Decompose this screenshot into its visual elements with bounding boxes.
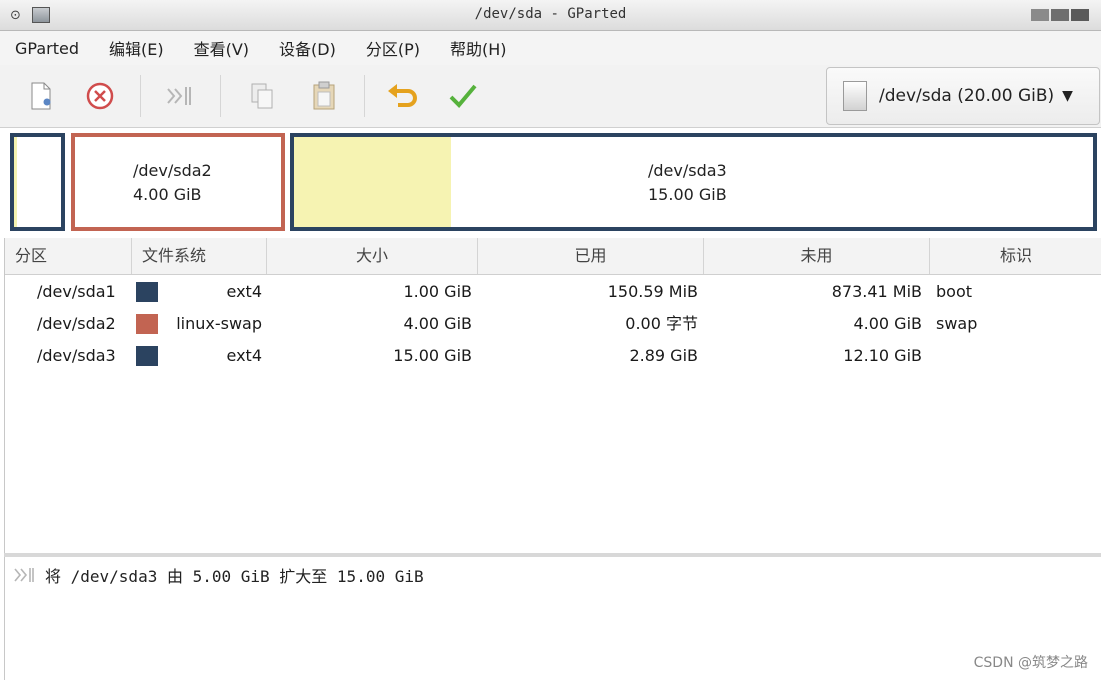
used-space-bar bbox=[294, 137, 451, 227]
paste-icon bbox=[313, 81, 335, 110]
paste-button[interactable] bbox=[305, 77, 343, 115]
list-item[interactable]: 将 /dev/sda3 由 5.00 GiB 扩大至 15.00 GiB bbox=[13, 563, 424, 587]
column-header-filesystem[interactable]: 文件系统 bbox=[132, 238, 267, 274]
partition-list: 分区 文件系统 大小 已用 未用 标识 /dev/sda1 ext4 1.00 … bbox=[4, 238, 1101, 553]
menu-bar: GParted 编辑(E) 查看(V) 设备(D) 分区(P) 帮助(H) bbox=[0, 31, 1101, 65]
copy-button[interactable] bbox=[243, 77, 281, 115]
used-space-bar bbox=[14, 137, 17, 227]
minimize-button[interactable] bbox=[1031, 9, 1049, 21]
device-label: /dev/sda (20.00 GiB) bbox=[879, 86, 1055, 106]
table-row[interactable]: /dev/sda3 ext4 15.00 GiB 2.89 GiB 12.10 … bbox=[5, 340, 1101, 372]
filesystem-type: ext4 bbox=[226, 346, 262, 365]
title-bar: ⊙ /dev/sda - GParted bbox=[0, 0, 1101, 31]
used-value: 0.00 字节 bbox=[625, 314, 698, 333]
resize-move-icon bbox=[167, 87, 191, 105]
column-header-size[interactable]: 大小 bbox=[267, 238, 478, 274]
column-header-used[interactable]: 已用 bbox=[478, 238, 704, 274]
toolbar-separator bbox=[140, 75, 141, 117]
menu-gparted[interactable]: GParted bbox=[0, 39, 94, 58]
partition-color-swatch bbox=[136, 346, 158, 366]
watermark: CSDN @筑梦之路 bbox=[973, 655, 1088, 671]
filesystem-type: ext4 bbox=[226, 282, 262, 301]
flags-value: boot bbox=[936, 282, 973, 301]
column-header-partition[interactable]: 分区 bbox=[5, 238, 132, 274]
partition-name: /dev/sda1 bbox=[37, 282, 116, 301]
filesystem-type: linux-swap bbox=[176, 314, 262, 333]
toolbar-separator bbox=[220, 75, 221, 117]
chevron-down-icon: ▼ bbox=[1062, 88, 1073, 104]
toolbar: /dev/sda (20.00 GiB) ▼ bbox=[0, 65, 1101, 128]
list-header: 分区 文件系统 大小 已用 未用 标识 bbox=[5, 238, 1101, 275]
menu-device[interactable]: 设备(D) bbox=[264, 36, 351, 60]
partition-color-swatch bbox=[136, 282, 158, 302]
delete-icon bbox=[86, 82, 114, 110]
table-row[interactable]: /dev/sda2 linux-swap 4.00 GiB 0.00 字节 4.… bbox=[5, 308, 1101, 340]
apply-icon bbox=[449, 84, 477, 108]
partition-block-sda2[interactable]: /dev/sda2 4.00 GiB bbox=[71, 133, 285, 231]
resize-move-icon bbox=[14, 568, 34, 582]
resize-move-button[interactable] bbox=[160, 77, 198, 115]
table-row[interactable]: /dev/sda1 ext4 1.00 GiB 150.59 MiB 873.4… bbox=[5, 276, 1101, 308]
column-header-flags[interactable]: 标识 bbox=[930, 238, 1101, 274]
unused-value: 12.10 GiB bbox=[843, 346, 922, 365]
harddisk-icon bbox=[843, 81, 867, 111]
copy-icon bbox=[251, 83, 273, 109]
partition-block-name: /dev/sda3 bbox=[648, 161, 727, 180]
pending-operations-list: 将 /dev/sda3 由 5.00 GiB 扩大至 15.00 GiB CSD… bbox=[4, 557, 1101, 680]
menu-edit[interactable]: 编辑(E) bbox=[94, 36, 179, 60]
used-value: 2.89 GiB bbox=[629, 346, 698, 365]
menu-view[interactable]: 查看(V) bbox=[179, 36, 264, 60]
partition-name: /dev/sda2 bbox=[37, 314, 116, 333]
unused-value: 873.41 MiB bbox=[831, 282, 922, 301]
partition-block-label: /dev/sda3 15.00 GiB bbox=[648, 159, 727, 207]
partition-block-label: /dev/sda2 4.00 GiB bbox=[133, 159, 212, 207]
operation-text: 将 /dev/sda3 由 5.00 GiB 扩大至 15.00 GiB bbox=[45, 567, 424, 586]
size-value: 15.00 GiB bbox=[393, 346, 472, 365]
toolbar-separator bbox=[364, 75, 365, 117]
partition-block-size: 15.00 GiB bbox=[648, 185, 727, 204]
undo-icon bbox=[388, 84, 417, 107]
window-title: /dev/sda - GParted bbox=[474, 6, 627, 22]
maximize-button[interactable] bbox=[1051, 9, 1069, 21]
partition-block-sda3[interactable]: /dev/sda3 15.00 GiB bbox=[290, 133, 1097, 231]
partition-map: /dev/sda2 4.00 GiB /dev/sda3 15.00 GiB bbox=[10, 133, 1097, 231]
size-value: 4.00 GiB bbox=[403, 314, 472, 333]
partition-block-name: /dev/sda2 bbox=[133, 161, 212, 180]
used-value: 150.59 MiB bbox=[607, 282, 698, 301]
new-icon bbox=[31, 82, 51, 110]
close-button[interactable] bbox=[1071, 9, 1089, 21]
undo-button[interactable] bbox=[384, 77, 422, 115]
column-header-unused[interactable]: 未用 bbox=[704, 238, 930, 274]
menu-help[interactable]: 帮助(H) bbox=[435, 36, 522, 60]
unused-value: 4.00 GiB bbox=[853, 314, 922, 333]
apply-button[interactable] bbox=[444, 77, 482, 115]
menu-partition[interactable]: 分区(P) bbox=[351, 36, 435, 60]
partition-name: /dev/sda3 bbox=[37, 346, 116, 365]
new-partition-button[interactable] bbox=[22, 77, 60, 115]
flags-value: swap bbox=[936, 314, 978, 333]
delete-partition-button[interactable] bbox=[81, 77, 119, 115]
partition-block-sda1[interactable] bbox=[10, 133, 65, 231]
partition-color-swatch bbox=[136, 314, 158, 334]
window-controls bbox=[1031, 9, 1089, 21]
size-value: 1.00 GiB bbox=[403, 282, 472, 301]
partition-block-size: 4.00 GiB bbox=[133, 185, 202, 204]
device-selector[interactable]: /dev/sda (20.00 GiB) ▼ bbox=[826, 67, 1100, 125]
